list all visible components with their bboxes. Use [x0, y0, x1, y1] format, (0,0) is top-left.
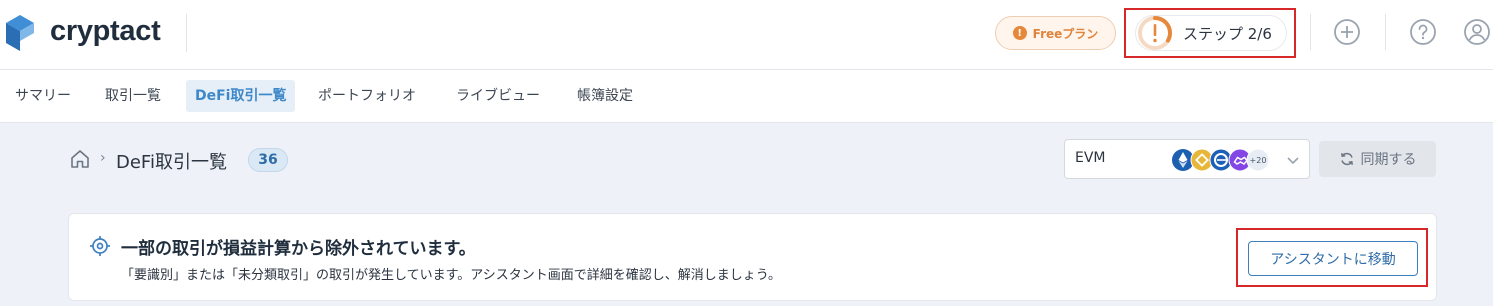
home-icon[interactable] [69, 148, 91, 170]
main-nav: サマリー 取引一覧 DeFi取引一覧 ポートフォリオ ライブビュー 帳簿設定 [0, 70, 1493, 123]
target-icon [90, 236, 110, 256]
plan-badge[interactable]: ! Freeプラン [995, 16, 1116, 50]
more-chains-badge: +20 [1246, 148, 1270, 172]
sync-button[interactable]: 同期する [1319, 141, 1436, 177]
step-label: ステップ 2/6 [1183, 24, 1272, 43]
step-progress-button[interactable]: ステップ 2/6 [1135, 15, 1287, 51]
svg-text:+20: +20 [1250, 156, 1267, 165]
chevron-down-icon [1287, 157, 1299, 165]
step-highlight-box: ステップ 2/6 [1124, 8, 1296, 58]
step-progress-ring-icon [1138, 16, 1172, 50]
assistant-highlight-box: アシスタントに移動 [1236, 228, 1428, 287]
sync-button-label: 同期する [1360, 152, 1417, 168]
top-header: cryptact ! Freeプラン ステップ 2/6 [0, 0, 1493, 70]
cryptact-logo-icon[interactable] [5, 14, 35, 52]
transaction-count-badge: 36 [248, 148, 288, 172]
chain-select-value: EVM [1075, 150, 1106, 166]
brand-name[interactable]: cryptact [50, 15, 161, 48]
nav-item-summary[interactable]: サマリー [6, 80, 80, 112]
exclamation-icon: ! [1012, 26, 1027, 40]
header-divider [186, 14, 187, 52]
header-divider [1310, 14, 1311, 50]
excluded-transactions-alert: 一部の取引が損益計算から除外されています。 「要識別」または「未分類取引」の取引… [68, 213, 1437, 301]
plan-label: Freeプラン [1032, 26, 1099, 41]
alert-description: 「要識別」または「未分類取引」の取引が発生しています。アシスタント画面で詳細を確… [121, 268, 782, 283]
refresh-icon [1340, 152, 1353, 166]
help-circle-icon[interactable] [1408, 17, 1438, 47]
user-circle-icon[interactable] [1462, 17, 1492, 47]
plus-circle-icon[interactable] [1332, 17, 1362, 47]
nav-item-live-view[interactable]: ライブビュー [447, 80, 549, 112]
nav-item-transactions[interactable]: 取引一覧 [96, 80, 170, 112]
chain-select[interactable]: EVM +20 [1064, 139, 1310, 179]
nav-item-portfolio[interactable]: ポートフォリオ [309, 80, 425, 112]
page-title: DeFi取引一覧 [116, 152, 227, 173]
breadcrumb-separator: › [100, 150, 106, 166]
alert-title: 一部の取引が損益計算から除外されています。 [121, 239, 476, 259]
nav-item-defi-transactions[interactable]: DeFi取引一覧 [186, 80, 296, 112]
header-divider [1385, 14, 1386, 50]
go-to-assistant-button[interactable]: アシスタントに移動 [1248, 241, 1418, 276]
chain-icons-group: +20 [1172, 148, 1270, 172]
nav-item-ledger-settings[interactable]: 帳簿設定 [568, 80, 642, 112]
